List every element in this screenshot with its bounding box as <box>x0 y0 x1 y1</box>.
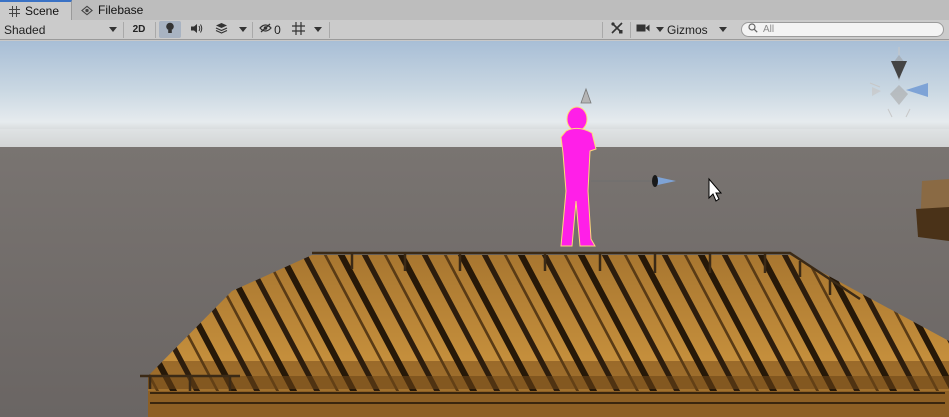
hidden-count: 0 <box>274 22 281 37</box>
hidden-eye-icon <box>259 23 272 36</box>
chevron-down-icon <box>239 27 247 32</box>
chevron-down-icon <box>656 27 664 32</box>
toolbar-divider <box>329 22 330 38</box>
chevron-down-icon <box>719 27 727 32</box>
tools-icon <box>611 22 623 37</box>
shading-mode-dropdown[interactable]: Shaded <box>2 21 120 38</box>
tab-scene-label: Scene <box>25 4 60 18</box>
toolbar-divider <box>252 22 253 38</box>
gizmos-button[interactable]: Gizmos <box>667 21 715 38</box>
2d-toggle-button[interactable]: 2D <box>127 21 151 38</box>
scene-toolbar: Shaded 2D 0 Gizmos All <box>0 20 949 40</box>
camera-dropdown[interactable] <box>654 21 666 38</box>
2d-label: 2D <box>132 24 146 35</box>
lighting-toggle-button[interactable] <box>159 21 181 38</box>
scene-canvas[interactable] <box>0 41 949 417</box>
tab-filebase-label: Filebase <box>98 3 144 17</box>
scene-visibility-button[interactable]: 0 <box>256 21 284 38</box>
scene-viewport[interactable] <box>0 41 949 417</box>
camera-icon <box>636 23 650 36</box>
scene-search-input[interactable]: All <box>741 22 944 37</box>
lightbulb-icon <box>165 22 175 37</box>
tab-bar: Scene Filebase <box>0 0 949 21</box>
grid-snapping-button[interactable] <box>288 21 308 38</box>
grid-snap-icon <box>291 21 305 38</box>
toolbar-divider <box>155 22 156 38</box>
eye-hierarchy-icon <box>81 4 93 16</box>
shading-mode-label: Shaded <box>4 22 46 37</box>
tab-filebase[interactable]: Filebase <box>73 0 158 20</box>
search-icon <box>748 23 758 36</box>
tab-scene[interactable]: Scene <box>0 0 72 20</box>
effects-dropdown[interactable] <box>236 21 250 38</box>
camera-button[interactable] <box>633 21 653 38</box>
tools-button[interactable] <box>606 21 628 38</box>
grid-icon <box>8 5 20 17</box>
effects-toggle-button[interactable] <box>210 21 232 38</box>
search-placeholder: All <box>763 24 775 35</box>
gizmos-dropdown[interactable] <box>716 21 730 38</box>
chevron-down-icon <box>109 27 117 32</box>
toolbar-divider <box>602 22 603 38</box>
audio-toggle-button[interactable] <box>185 21 207 38</box>
toolbar-divider <box>123 22 124 38</box>
speaker-icon <box>190 23 203 37</box>
layers-effects-icon <box>215 22 228 37</box>
toolbar-divider <box>630 22 631 38</box>
chevron-down-icon <box>314 27 322 32</box>
grid-dropdown[interactable] <box>311 21 325 38</box>
gizmos-label: Gizmos <box>667 22 708 37</box>
